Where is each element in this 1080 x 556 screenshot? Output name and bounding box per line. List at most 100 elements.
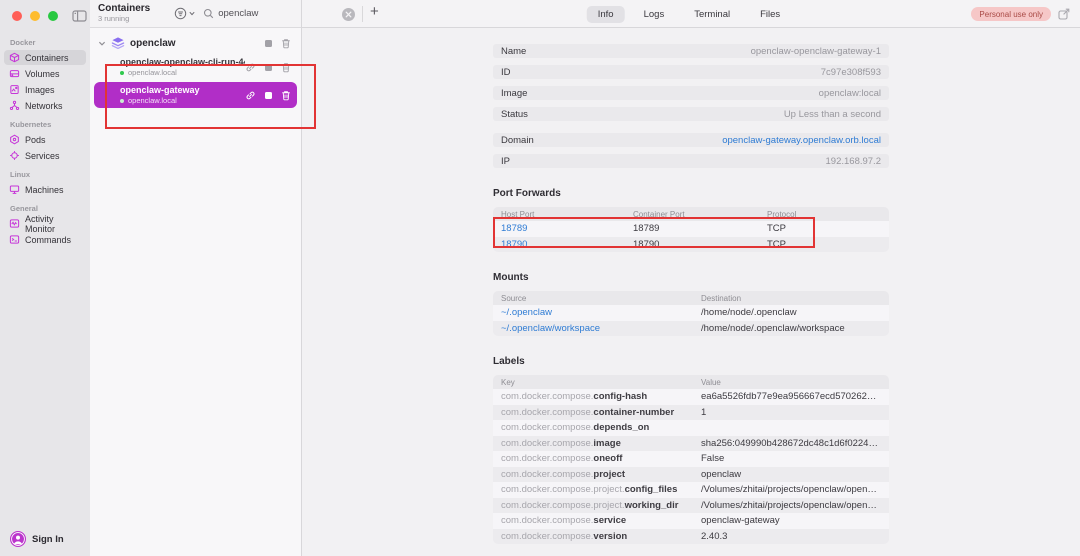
stop-button[interactable] bbox=[265, 86, 272, 104]
table-row: ~/.openclaw/workspace /home/node/.opencl… bbox=[493, 320, 889, 336]
sign-in-button[interactable]: Sign In bbox=[10, 531, 64, 547]
table-row: com.docker.compose.project.working_dir /… bbox=[493, 497, 889, 513]
table-row: com.docker.compose.config-hash ea6a5526f… bbox=[493, 389, 889, 405]
field-image: Image openclaw:local bbox=[493, 86, 889, 100]
labels-table: Key Value com.docker.compose.config-hash… bbox=[493, 375, 889, 544]
container-list-header: Containers 3 running openclaw bbox=[90, 0, 301, 28]
sidebar-item-images[interactable]: Images bbox=[4, 82, 86, 97]
sidebar-section-linux: Linux bbox=[10, 170, 30, 179]
mounts-table: Source Destination ~/.openclaw /home/nod… bbox=[493, 291, 889, 336]
container-name: openclaw-openclaw-cli-run-44... bbox=[120, 57, 245, 67]
field-domain: Domain openclaw-gateway.openclaw.orb.loc… bbox=[493, 133, 889, 147]
group-name: openclaw bbox=[130, 37, 176, 49]
sidebar-item-volumes[interactable]: Volumes bbox=[4, 66, 86, 81]
sidebar-section-general: General bbox=[10, 204, 38, 213]
chevron-down-icon[interactable] bbox=[98, 40, 106, 47]
container-list: openclaw openclaw-openclaw-cli-run-44...… bbox=[90, 28, 301, 110]
details-panel: + Info Logs Terminal Files Personal use … bbox=[302, 0, 1080, 556]
close-window-button[interactable] bbox=[12, 11, 22, 21]
container-domain: openclaw.local bbox=[128, 68, 177, 77]
sidebar-item-containers[interactable]: Containers bbox=[4, 50, 86, 65]
networks-icon bbox=[9, 100, 20, 111]
mount-source-link[interactable]: ~/.openclaw/workspace bbox=[501, 323, 701, 334]
table-header-row: Host Port Container Port Protocol bbox=[493, 207, 889, 221]
table-row: com.docker.compose.image sha256:049990b4… bbox=[493, 435, 889, 451]
share-icon[interactable] bbox=[1058, 8, 1070, 20]
clear-search-button[interactable] bbox=[342, 8, 355, 21]
services-icon bbox=[9, 150, 20, 161]
sidebar-item-label: Images bbox=[25, 84, 55, 95]
sidebar-item-services[interactable]: Services bbox=[4, 148, 86, 163]
container-row-selected[interactable]: openclaw-gateway openclaw.local bbox=[94, 82, 297, 108]
running-count: 3 running bbox=[98, 13, 130, 23]
pods-icon bbox=[9, 134, 20, 145]
table-header-row: Key Value bbox=[493, 375, 889, 389]
table-row: com.docker.compose.oneoff False bbox=[493, 451, 889, 467]
stop-group-button[interactable] bbox=[265, 34, 272, 52]
stop-button[interactable] bbox=[265, 58, 272, 76]
search-input[interactable]: openclaw bbox=[203, 8, 258, 19]
field-id: ID 7c97e308f593 bbox=[493, 65, 889, 79]
delete-button[interactable] bbox=[281, 90, 291, 101]
sidebar-item-label: Machines bbox=[25, 184, 64, 195]
add-button[interactable]: + bbox=[370, 3, 379, 20]
container-domain: openclaw.local bbox=[128, 96, 177, 105]
table-row: 18790 18790 TCP bbox=[493, 236, 889, 252]
container-group-row[interactable]: openclaw bbox=[90, 34, 301, 52]
details-content: Name openclaw-openclaw-gateway-1 ID 7c97… bbox=[493, 28, 889, 544]
window-controls bbox=[0, 0, 90, 32]
table-row: com.docker.compose.depends_on bbox=[493, 420, 889, 436]
sidebar-item-networks[interactable]: Networks bbox=[4, 98, 86, 113]
delete-button[interactable] bbox=[281, 62, 291, 73]
host-port-link[interactable]: 18789 bbox=[501, 223, 633, 234]
sidebar-section-kubernetes: Kubernetes bbox=[10, 120, 52, 129]
field-status: Status Up Less than a second bbox=[493, 107, 889, 121]
sidebar-item-label: Networks bbox=[25, 100, 63, 111]
tab-logs[interactable]: Logs bbox=[633, 6, 676, 23]
field-name: Name openclaw-openclaw-gateway-1 bbox=[493, 44, 889, 58]
sidebar-item-commands[interactable]: Commands bbox=[4, 232, 86, 247]
port-forwards-table: Host Port Container Port Protocol 18789 … bbox=[493, 207, 889, 252]
machines-icon bbox=[9, 184, 20, 195]
sidebar-item-machines[interactable]: Machines bbox=[4, 182, 86, 197]
tab-info[interactable]: Info bbox=[586, 5, 625, 23]
sidebar-item-label: Services bbox=[25, 150, 60, 161]
delete-group-button[interactable] bbox=[281, 38, 291, 49]
table-row: com.docker.compose.container-number 1 bbox=[493, 404, 889, 420]
sidebar-item-activity-monitor[interactable]: Activity Monitor bbox=[4, 214, 86, 234]
sidebar-item-label: Volumes bbox=[25, 68, 60, 79]
sidebar-toggle-icon[interactable] bbox=[72, 10, 87, 22]
toolbar-divider bbox=[362, 6, 363, 22]
container-row[interactable]: openclaw-openclaw-cli-run-44... openclaw… bbox=[94, 54, 297, 80]
minimize-window-button[interactable] bbox=[30, 11, 40, 21]
license-badge[interactable]: Personal use only bbox=[971, 7, 1051, 21]
sidebar-section-docker: Docker bbox=[10, 38, 36, 47]
table-row: com.docker.compose.project.config_files … bbox=[493, 482, 889, 498]
sidebar-item-label: Containers bbox=[25, 52, 69, 63]
volumes-icon bbox=[9, 68, 20, 79]
section-title-labels: Labels bbox=[493, 356, 525, 367]
zoom-window-button[interactable] bbox=[48, 11, 58, 21]
tab-files[interactable]: Files bbox=[749, 6, 791, 23]
domain-link[interactable]: openclaw-gateway.openclaw.orb.local bbox=[722, 135, 881, 146]
search-value: openclaw bbox=[218, 8, 259, 19]
open-link-button[interactable] bbox=[245, 62, 256, 73]
sidebar: Docker Containers Volumes Images Network… bbox=[0, 0, 90, 556]
open-link-button[interactable] bbox=[245, 90, 256, 101]
activity-monitor-icon bbox=[9, 218, 20, 229]
detail-tabs: Info Logs Terminal Files bbox=[586, 0, 791, 28]
table-row: 18789 18789 TCP bbox=[493, 221, 889, 237]
table-row: com.docker.compose.project openclaw bbox=[493, 466, 889, 482]
host-port-link[interactable]: 18790 bbox=[501, 239, 633, 250]
mount-source-link[interactable]: ~/.openclaw bbox=[501, 307, 701, 318]
status-dot bbox=[120, 98, 124, 103]
images-icon bbox=[9, 84, 20, 95]
section-title-port-forwards: Port Forwards bbox=[493, 188, 561, 199]
status-dot bbox=[120, 70, 124, 75]
tab-terminal[interactable]: Terminal bbox=[683, 6, 741, 23]
container-list-panel: Containers 3 running openclaw openclaw o… bbox=[90, 0, 302, 556]
filter-dropdown-button[interactable] bbox=[174, 7, 195, 20]
sidebar-item-pods[interactable]: Pods bbox=[4, 132, 86, 147]
containers-icon bbox=[9, 52, 20, 63]
details-toolbar: + Info Logs Terminal Files Personal use … bbox=[302, 0, 1080, 28]
